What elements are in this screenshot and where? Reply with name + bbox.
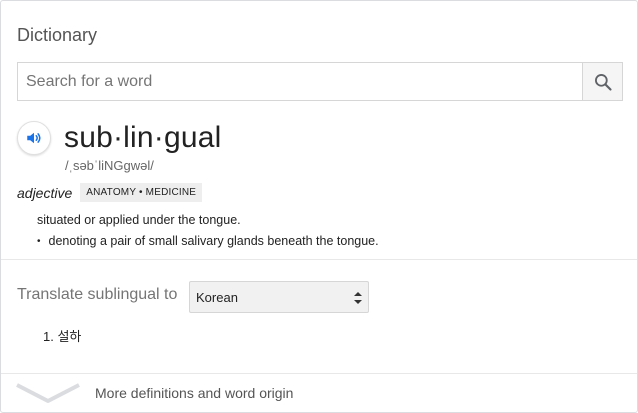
- part-of-speech-row: adjective ANATOMY • MEDICINE: [17, 183, 203, 202]
- more-definitions-label: More definitions and word origin: [95, 385, 294, 401]
- sub-definition: • denoting a pair of small salivary glan…: [37, 234, 379, 248]
- bullet-icon: •: [37, 235, 41, 247]
- section-divider: [1, 259, 637, 260]
- dictionary-heading: Dictionary: [17, 25, 98, 45]
- search-box: [17, 62, 623, 101]
- select-arrows-icon: [354, 292, 362, 304]
- translate-label: Translate sublingual to: [17, 286, 178, 303]
- translation-number: 1.: [43, 329, 54, 344]
- search-input[interactable]: [18, 63, 582, 100]
- translation-text: 설하: [57, 329, 82, 344]
- more-definitions-row[interactable]: More definitions and word origin: [1, 374, 637, 412]
- phonetic-spelling: /ˌsəbˈliNGɡwəl/: [65, 158, 154, 173]
- language-select[interactable]: Korean: [189, 281, 369, 313]
- chevron-down-icon: [16, 383, 80, 403]
- speaker-icon: [27, 132, 41, 144]
- search-icon: [594, 73, 612, 91]
- subject-label-chip: ANATOMY • MEDICINE: [80, 183, 203, 202]
- translation-result: 1. 설하: [43, 326, 81, 345]
- dictionary-card: Dictionary sub·lin·gual /ˌsəbˈliNGɡwəl/ …: [0, 0, 638, 413]
- selected-language: Korean: [196, 289, 238, 305]
- sub-definition-text: denoting a pair of small salivary glands…: [48, 234, 379, 248]
- search-button[interactable]: [582, 63, 622, 100]
- part-of-speech: adjective: [17, 184, 73, 201]
- definition-text: situated or applied under the tongue.: [37, 213, 241, 227]
- headword: sub·lin·gual: [64, 121, 222, 154]
- pronounce-button[interactable]: [17, 121, 51, 155]
